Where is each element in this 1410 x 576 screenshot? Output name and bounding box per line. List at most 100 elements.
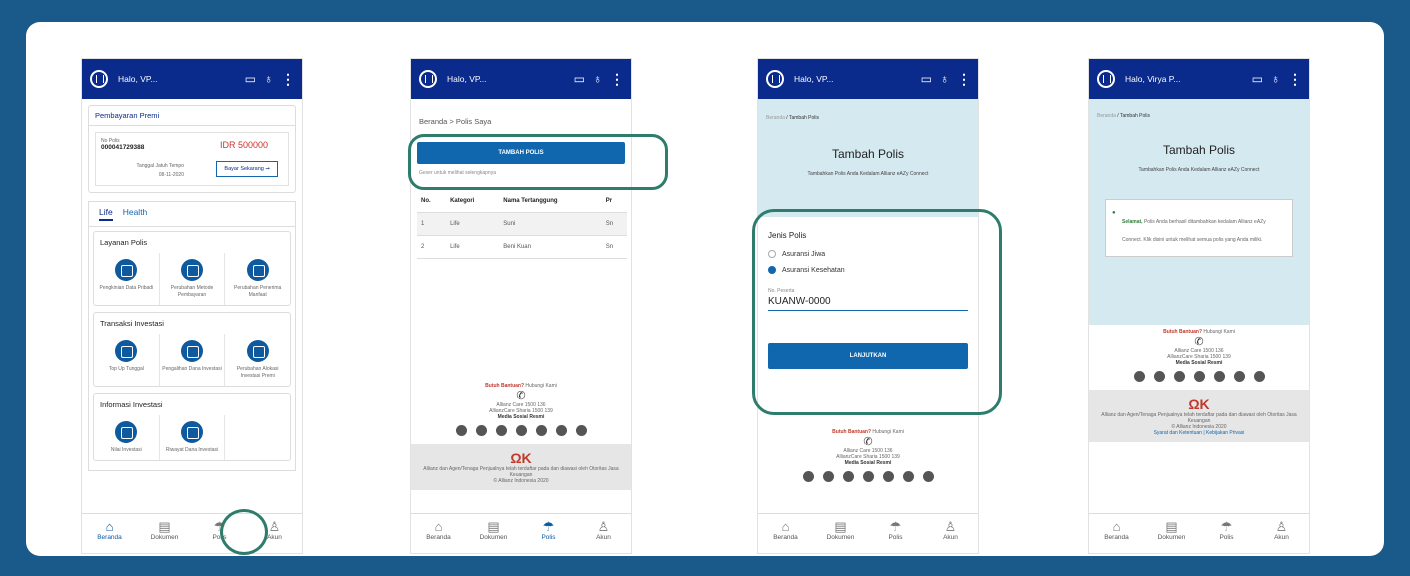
twitter-icon[interactable] — [1153, 371, 1165, 382]
due-date: 08-11-2020 — [158, 172, 184, 178]
wallet-icon — [115, 340, 138, 362]
card-icon[interactable]: ▭ — [574, 72, 585, 86]
more-menu-icon[interactable]: ⋮ — [610, 71, 624, 88]
facebook-icon[interactable] — [455, 425, 467, 436]
sos-icon[interactable]: ♁ — [1271, 72, 1280, 86]
nav-policy[interactable]: ☂ Polis — [1199, 514, 1254, 553]
document-icon: ▤ — [834, 519, 847, 534]
col-category: Kategori — [446, 190, 500, 213]
nav-home[interactable]: ⌂ Beranda — [82, 514, 137, 553]
section-title: Layanan Polis — [100, 238, 148, 247]
twitter-icon[interactable] — [822, 471, 834, 482]
sos-icon[interactable]: ♁ — [940, 72, 949, 86]
menu-switch-fund[interactable]: Pengalihan Dana Investasi — [160, 334, 226, 386]
nav-policy[interactable]: ☂ Polis — [868, 514, 923, 553]
facebook-icon[interactable] — [1133, 371, 1145, 382]
tab-health[interactable]: Health — [123, 207, 148, 221]
sos-icon[interactable]: ♁ — [264, 72, 273, 86]
content-panel: Halo, VP... ▭ ♁ ⋮ Pembayaran Premi No Po… — [26, 22, 1384, 556]
col-no: No. — [417, 190, 447, 213]
website-icon[interactable] — [922, 471, 934, 482]
user-icon: ♙ — [1275, 519, 1288, 534]
nav-documents[interactable]: ▤ Dokumen — [137, 514, 192, 553]
phone-icon[interactable]: ✆ — [411, 389, 631, 402]
bottom-nav: ⌂ Beranda ▤ Dokumen ☂ Polis ♙ Akun — [411, 513, 631, 553]
linkedin-icon[interactable] — [1213, 371, 1225, 382]
breadcrumb: Beranda > Polis Saya — [419, 117, 492, 126]
app-header: Halo, VP... ▭ ♁ ⋮ — [82, 59, 302, 99]
phone-icon[interactable]: ✆ — [1089, 335, 1309, 348]
menu-investment-value[interactable]: Nilai Investasi — [94, 415, 160, 460]
premium-card: Pembayaran Premi No Polis 000041729388 I… — [88, 105, 296, 193]
youtube-icon[interactable] — [1193, 371, 1205, 382]
menu-change-beneficiary[interactable]: Perubahan Penerima Manfaat — [225, 253, 290, 305]
youtube-icon[interactable] — [862, 471, 874, 482]
linkedin-icon[interactable] — [535, 425, 547, 436]
menu-change-allocation[interactable]: Perubahan Alokasi Investasi Premi — [225, 334, 290, 386]
line-icon[interactable] — [1233, 371, 1245, 382]
phone-screen-add-policy-success: Halo, Virya P... ▭ ♁ ⋮ Beranda / Tambah … — [1088, 58, 1310, 554]
nav-home[interactable]: ⌂ Beranda — [1089, 514, 1144, 553]
more-menu-icon[interactable]: ⋮ — [281, 71, 295, 88]
breadcrumb-home[interactable]: Beranda — [766, 115, 785, 121]
nav-home[interactable]: ⌂ Beranda — [758, 514, 813, 553]
section-title: Transaksi Investasi — [100, 319, 164, 328]
card-icon[interactable]: ▭ — [1252, 72, 1263, 86]
website-icon[interactable] — [1253, 371, 1265, 382]
table-row[interactable]: 2 Life Beni Kuan Sn — [417, 235, 627, 259]
website-icon[interactable] — [575, 425, 587, 436]
breadcrumb-home[interactable]: Beranda — [1097, 113, 1116, 119]
phone-icon[interactable]: ✆ — [758, 435, 978, 448]
instagram-icon[interactable] — [495, 425, 507, 436]
nav-documents[interactable]: ▤ Dokumen — [1144, 514, 1199, 553]
menu-single-top-up[interactable]: Top Up Tunggal — [94, 334, 160, 386]
pay-now-button[interactable]: Bayar Sekarang ➞ — [216, 161, 278, 177]
tab-life[interactable]: Life — [99, 207, 113, 221]
outer-frame: Halo, VP... ▭ ♁ ⋮ Pembayaran Premi No Po… — [6, 6, 1404, 570]
instagram-icon[interactable] — [1173, 371, 1185, 382]
card-icon[interactable]: ▭ — [245, 72, 256, 86]
gauge-icon — [115, 421, 138, 443]
sos-icon[interactable]: ♁ — [593, 72, 602, 86]
nav-policy[interactable]: ☂ Polis — [521, 514, 576, 553]
nav-account[interactable]: ♙ Akun — [923, 514, 978, 553]
facebook-icon[interactable] — [802, 471, 814, 482]
home-icon: ⌂ — [781, 519, 790, 534]
policy-table: No. Kategori Nama Tertanggung Pr 1 Life … — [417, 190, 627, 259]
document-icon: ▤ — [158, 519, 171, 534]
nav-account[interactable]: ♙ Akun — [576, 514, 631, 553]
phone-screen-home: Halo, VP... ▭ ♁ ⋮ Pembayaran Premi No Po… — [81, 58, 303, 554]
menu-change-payment-method[interactable]: Perubahan Metode Pembayaran — [160, 253, 226, 305]
more-menu-icon[interactable]: ⋮ — [1288, 71, 1302, 88]
section-investment-info: Informasi Investasi Nilai Investasi Riwa… — [93, 393, 291, 461]
card-icon[interactable]: ▭ — [921, 72, 932, 86]
success-alert: ● Selamat, Polis Anda berhasil ditambahk… — [1105, 199, 1293, 257]
footer: Butuh Bantuan? Hubungi Kami ✆ Allianz Ca… — [1089, 329, 1309, 442]
menu-fund-history[interactable]: Riwayat Dana Investasi — [160, 415, 226, 460]
terms-privacy-links[interactable]: Syarat dan Ketentuan | Kebijakan Privasi — [1093, 430, 1305, 436]
section-title: Informasi Investasi — [100, 400, 163, 409]
nav-documents[interactable]: ▤ Dokumen — [466, 514, 521, 553]
document-icon: ▤ — [487, 519, 500, 534]
twitter-icon[interactable] — [475, 425, 487, 436]
line-icon[interactable] — [555, 425, 567, 436]
more-menu-icon[interactable]: ⋮ — [957, 71, 971, 88]
nav-account[interactable]: ♙ Akun — [1254, 514, 1309, 553]
line-icon[interactable] — [902, 471, 914, 482]
allianz-logo-icon — [766, 70, 784, 88]
greeting: Halo, VP... — [794, 74, 834, 84]
table-row[interactable]: 1 Life Suni Sn — [417, 212, 627, 236]
app-header: Halo, VP... ▭ ♁ ⋮ — [411, 59, 631, 99]
nav-documents[interactable]: ▤ Dokumen — [813, 514, 868, 553]
greeting: Halo, Virya P... — [1125, 74, 1181, 84]
id-card-icon — [115, 259, 138, 281]
youtube-icon[interactable] — [515, 425, 527, 436]
greeting: Halo, VP... — [447, 74, 487, 84]
linkedin-icon[interactable] — [882, 471, 894, 482]
switch-fund-icon — [181, 340, 203, 362]
instagram-icon[interactable] — [842, 471, 854, 482]
nav-home[interactable]: ⌂ Beranda — [411, 514, 466, 553]
umbrella-icon: ☂ — [889, 519, 902, 534]
allocation-icon — [246, 340, 269, 362]
menu-update-personal-data[interactable]: Pengkinian Data Pribadi — [94, 253, 160, 305]
